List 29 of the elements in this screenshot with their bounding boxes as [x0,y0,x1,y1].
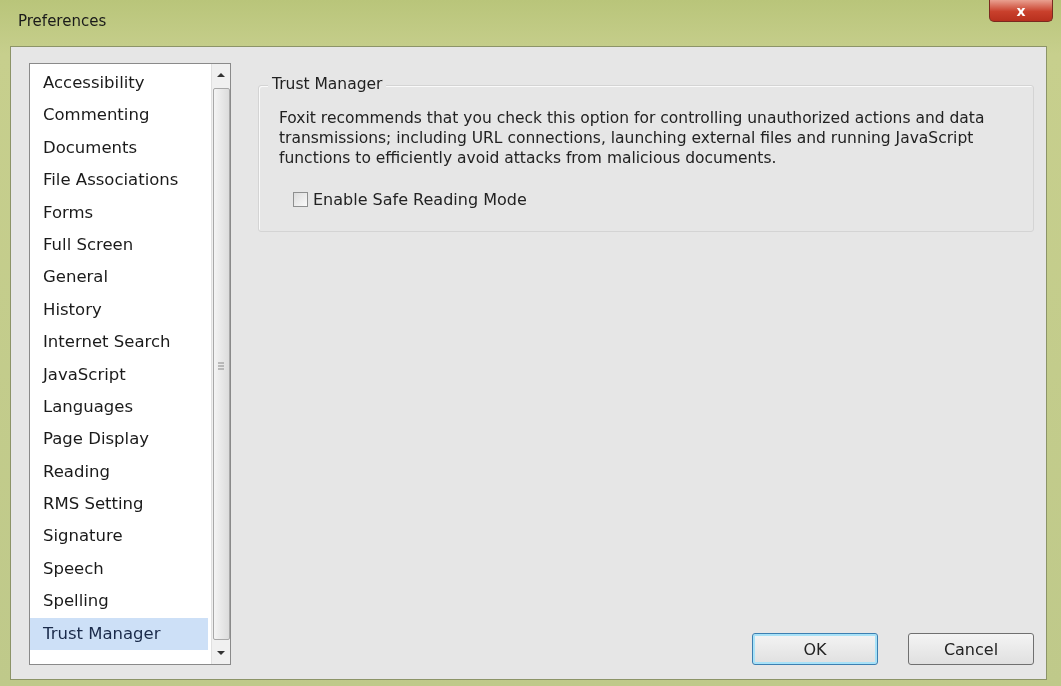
category-item[interactable]: Accessibility [30,67,208,100]
category-item[interactable]: General [30,261,208,294]
category-item[interactable]: Speech [30,552,208,586]
category-item[interactable]: Forms [30,196,208,229]
category-item[interactable]: History [30,293,208,327]
close-button[interactable]: x [989,0,1053,22]
dialog-button[interactable]: OK [752,633,878,665]
category-item[interactable]: Trust Manager [30,617,208,651]
scroll-down-icon[interactable] [217,650,225,656]
category-item[interactable]: Reading [30,455,208,489]
category-item[interactable]: Spelling [30,585,208,618]
checkbox[interactable] [293,192,308,207]
category-item[interactable]: Signature [30,520,208,553]
scroll-up-icon[interactable] [217,72,225,78]
window-title: Preferences [18,12,107,30]
checkbox-label[interactable]: Enable Safe Reading Mode [313,190,527,209]
category-item[interactable]: Page Display [30,423,208,456]
category-item[interactable]: Documents [30,131,208,165]
category-item[interactable]: Languages [30,390,208,424]
group-title: Trust Manager [268,75,387,93]
description-text: Foxit recommends that you check this option for controlling unauthorized actions and data transmissions; including URL connections, launching external files and running JavaScript functions to efficiently avoid attacks from malicious documents. [279,108,986,168]
category-item[interactable]: Internet Search [30,326,208,359]
dialog-button[interactable]: Cancel [908,633,1034,665]
category-item[interactable]: Commenting [30,99,208,132]
category-item[interactable]: Full Screen [30,228,208,262]
grip-icon [218,362,224,370]
category-item[interactable]: RMS Setting [30,488,208,521]
category-item[interactable]: JavaScript [30,358,208,391]
category-item[interactable]: File Associations [30,164,208,197]
